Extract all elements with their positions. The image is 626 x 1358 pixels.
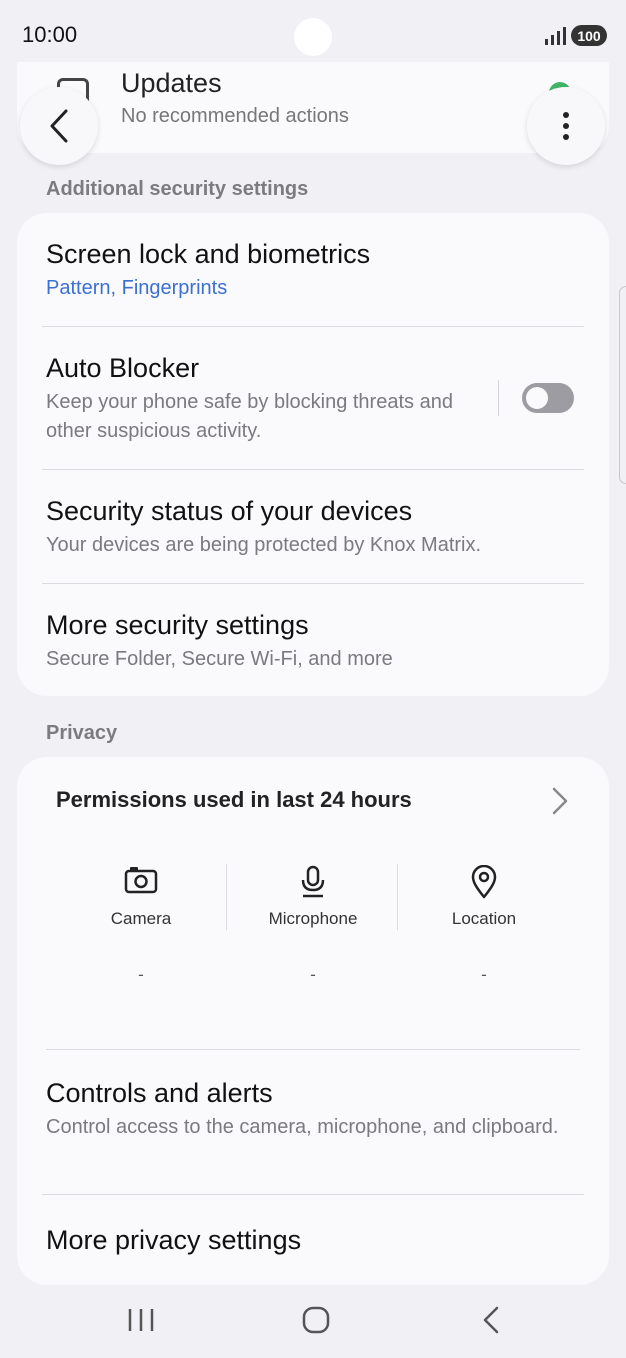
status-time: 10:00	[22, 22, 78, 47]
camera-cutout	[294, 18, 332, 56]
permission-label: Microphone	[268, 909, 358, 928]
section-label-security: Additional security settings	[46, 178, 309, 200]
permission-separator	[226, 864, 227, 930]
back-icon	[483, 1306, 499, 1334]
permission-value: -	[138, 965, 144, 984]
signal-icon	[545, 27, 566, 45]
more-options-button[interactable]	[527, 87, 605, 165]
chevron-right-icon	[552, 787, 568, 815]
status-bar: 10:00 100	[0, 0, 626, 70]
item-title: More security settings	[46, 610, 309, 640]
home-button[interactable]	[286, 1300, 346, 1340]
auto-blocker-toggle[interactable]	[522, 383, 574, 413]
item-subtitle: Secure Folder, Secure Wi-Fi, and more	[46, 648, 393, 670]
controls-and-alerts-item[interactable]: Controls and alerts Control access to th…	[46, 1077, 580, 1142]
permission-camera[interactable]: Camera -	[71, 865, 211, 985]
home-icon	[302, 1306, 330, 1334]
chevron-left-icon	[50, 109, 68, 143]
updates-subtitle: No recommended actions	[121, 105, 349, 127]
item-subtitle: Your devices are being protected by Knox…	[46, 534, 482, 556]
updates-card[interactable]: Updates No recommended actions	[17, 62, 609, 153]
security-status-item[interactable]: Security status of your devices Your dev…	[46, 495, 580, 560]
back-nav-button[interactable]	[461, 1300, 521, 1340]
privacy-card: Permissions used in last 24 hours Camera…	[17, 757, 609, 1285]
navigation-bar	[0, 1290, 626, 1358]
permission-separator	[397, 864, 398, 930]
divider	[42, 469, 584, 470]
recents-button[interactable]	[111, 1300, 171, 1340]
divider	[46, 1049, 580, 1050]
screen-lock-item[interactable]: Screen lock and biometrics Pattern, Fing…	[46, 238, 580, 303]
more-security-settings-item[interactable]: More security settings Secure Folder, Se…	[46, 609, 580, 674]
microphone-icon	[301, 865, 325, 898]
camera-icon	[124, 867, 158, 894]
item-subtitle: Control access to the camera, microphone…	[46, 1116, 559, 1138]
toggle-separator	[498, 380, 499, 416]
permission-location[interactable]: Location -	[414, 865, 554, 985]
item-subtitle: Pattern, Fingerprints	[46, 277, 228, 299]
permissions-title: Permissions used in last 24 hours	[56, 787, 412, 812]
divider	[42, 1194, 584, 1195]
back-button[interactable]	[20, 87, 98, 165]
permission-label: Camera	[110, 909, 172, 928]
more-vertical-icon	[563, 112, 569, 140]
permission-microphone[interactable]: Microphone -	[243, 865, 383, 985]
toggle-knob	[526, 387, 548, 409]
scroll-handle[interactable]	[619, 286, 626, 484]
section-label-privacy: Privacy	[46, 722, 118, 744]
auto-blocker-item[interactable]: Auto Blocker Keep your phone safe by blo…	[46, 352, 479, 446]
divider	[42, 583, 584, 584]
item-title: Security status of your devices	[46, 496, 413, 526]
item-title: Auto Blocker	[46, 353, 200, 383]
permission-label: Location	[451, 909, 517, 928]
item-title: More privacy settings	[46, 1225, 302, 1255]
security-card: Screen lock and biometrics Pattern, Fing…	[17, 213, 609, 696]
item-title: Screen lock and biometrics	[46, 239, 371, 269]
battery-indicator: 100	[571, 25, 607, 46]
divider	[42, 326, 584, 327]
item-title: Controls and alerts	[46, 1078, 273, 1108]
recents-icon	[128, 1309, 154, 1331]
more-privacy-settings-item[interactable]: More privacy settings	[46, 1224, 580, 1256]
location-icon	[471, 865, 497, 899]
permission-value: -	[310, 965, 316, 984]
updates-title: Updates	[121, 68, 222, 98]
item-subtitle: Keep your phone safe by blocking threats…	[46, 391, 453, 442]
permission-value: -	[481, 965, 487, 984]
